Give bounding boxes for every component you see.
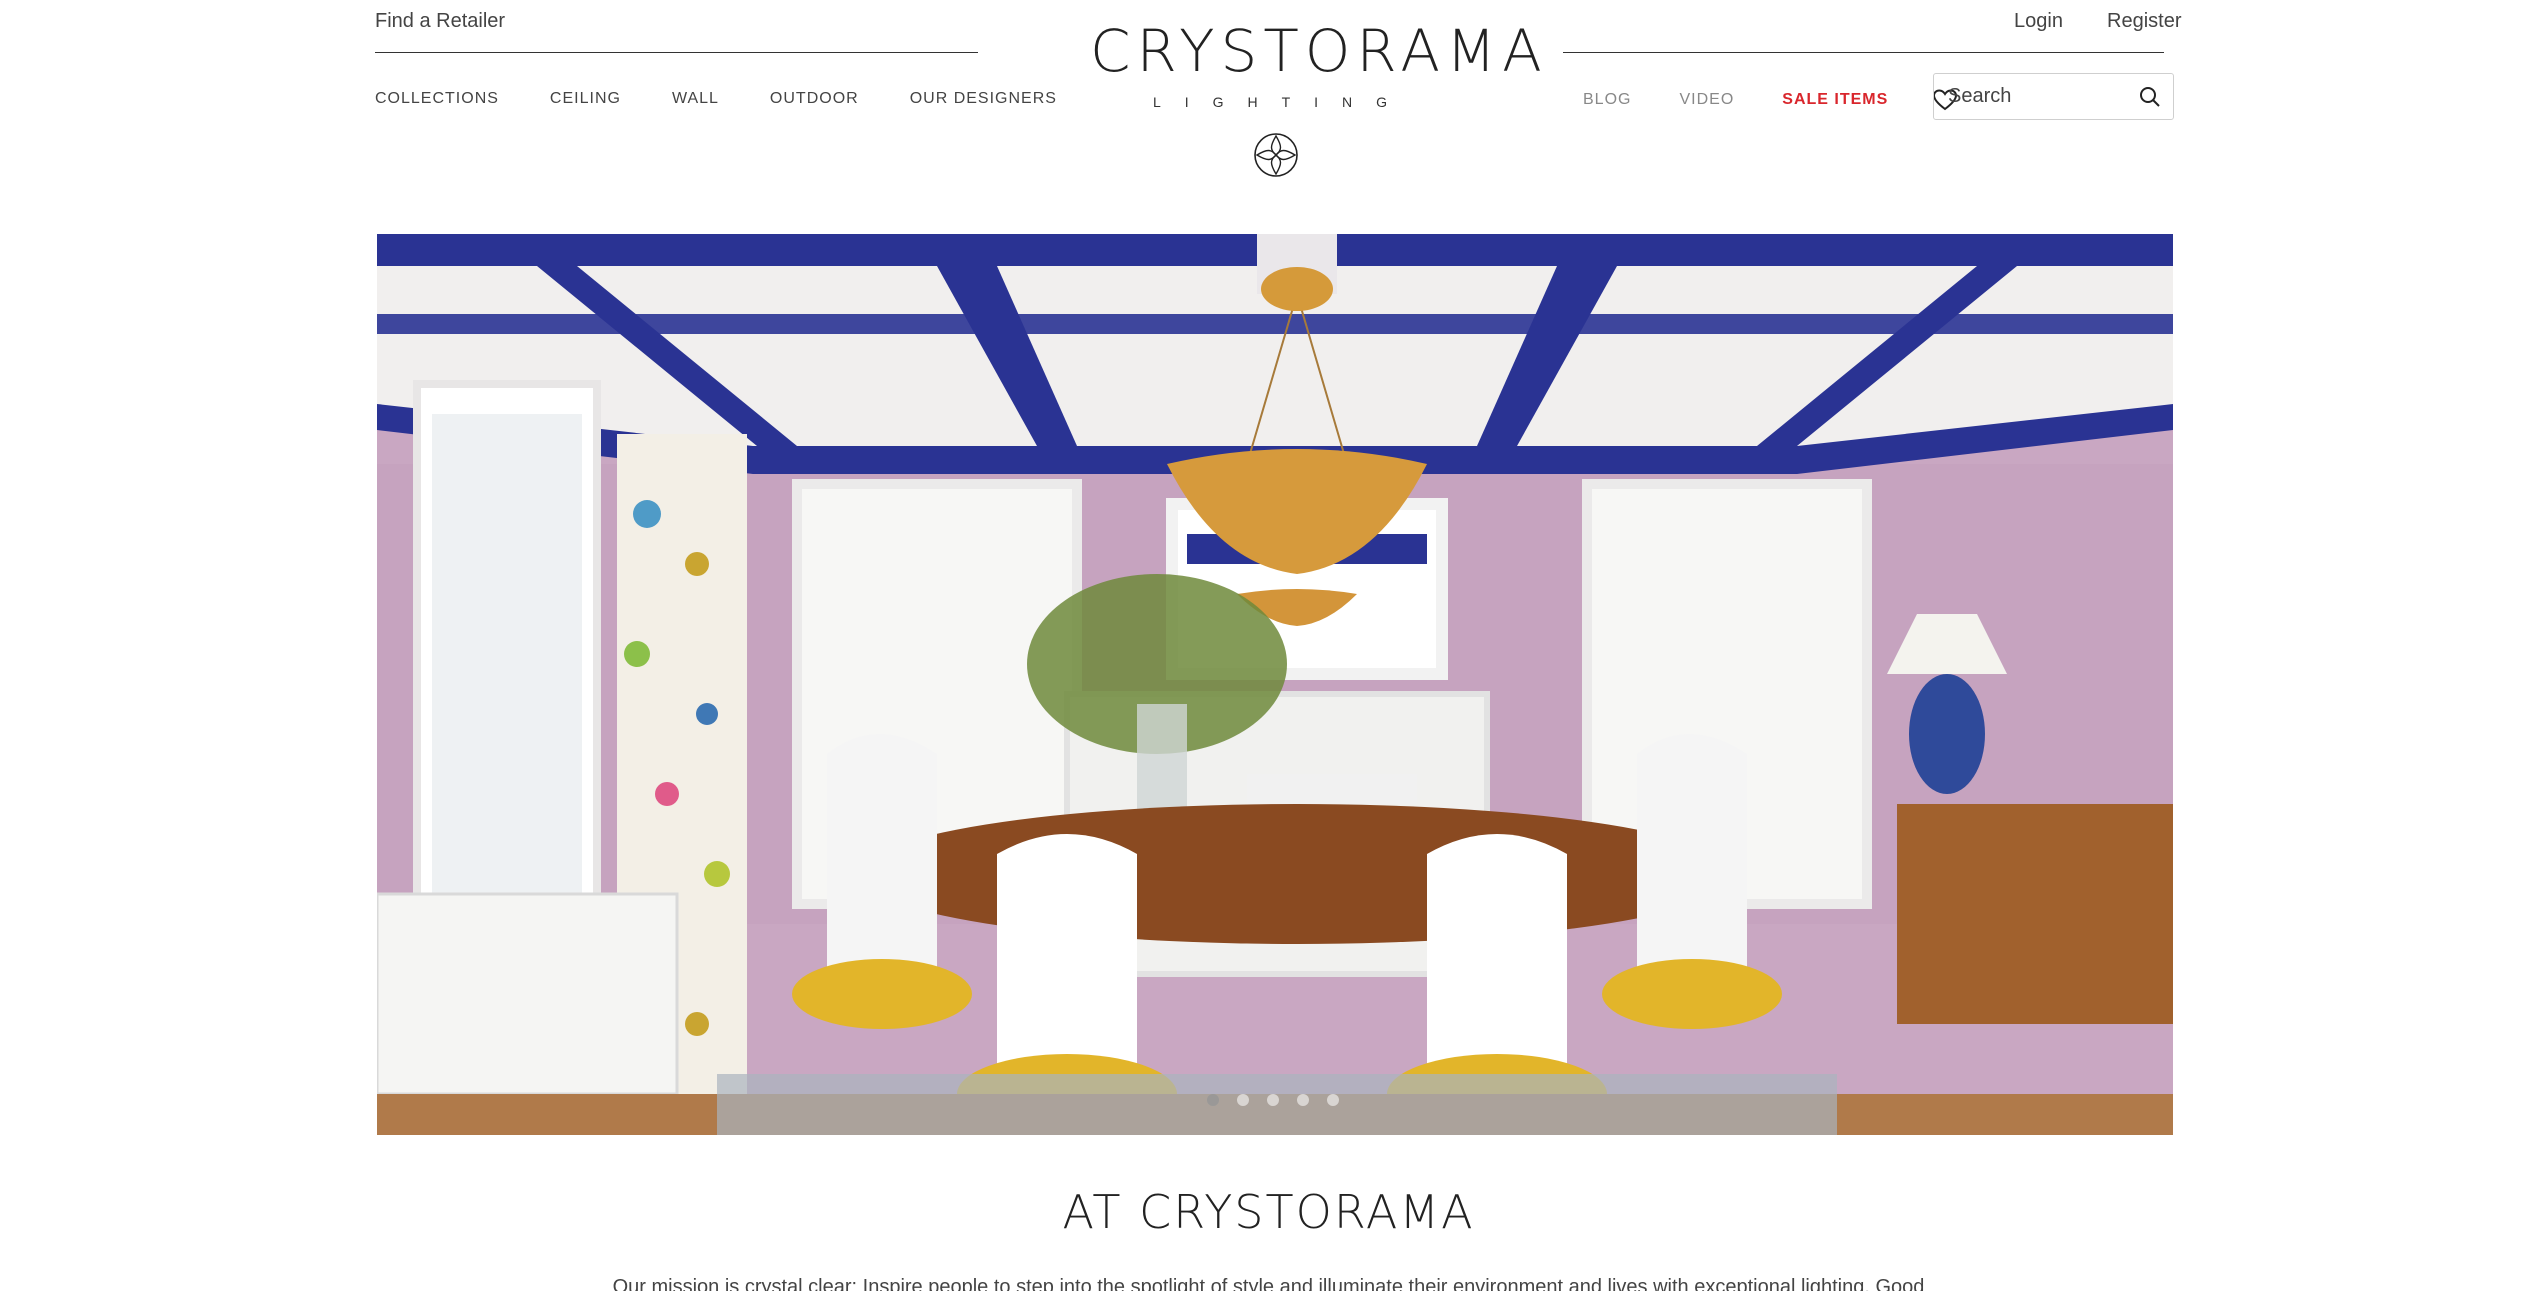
mission-text: Our mission is crystal clear: Inspire pe… — [612, 1276, 1925, 1291]
register-link[interactable]: Register — [2107, 10, 2181, 33]
hero-slideshow[interactable] — [377, 234, 2173, 1135]
secondary-nav: BLOG VIDEO SALE ITEMS — [1583, 88, 1958, 112]
header-divider-right — [1563, 52, 2164, 53]
logo-emblem-icon — [1254, 133, 1298, 177]
header-divider-left — [375, 52, 978, 53]
logo-wordmark: CRYSTORAMA — [1090, 17, 1548, 85]
slide-dot-5[interactable] — [1327, 1094, 1339, 1106]
site-header: Find a Retailer COLLECTIONS CEILING WALL… — [0, 0, 2537, 200]
main-nav: COLLECTIONS CEILING WALL OUTDOOR OUR DES… — [375, 90, 1108, 108]
slide-dot-4[interactable] — [1297, 1094, 1309, 1106]
search-input[interactable] — [1934, 85, 2124, 108]
section-title: AT CRYSTORAMA — [1062, 1185, 1475, 1239]
logo-subtitle: LIGHTING — [1152, 94, 1412, 110]
nav-our-designers[interactable]: OUR DESIGNERS — [910, 90, 1057, 108]
slideshow-dots — [1207, 1094, 1339, 1106]
search-box — [1933, 73, 2174, 120]
find-retailer-link[interactable]: Find a Retailer — [375, 10, 505, 33]
nav-wall[interactable]: WALL — [672, 90, 719, 108]
hero-dining-room-image — [377, 234, 2173, 1135]
nav-outdoor[interactable]: OUTDOOR — [770, 90, 859, 108]
slide-dot-3[interactable] — [1267, 1094, 1279, 1106]
slide-dot-1[interactable] — [1207, 1094, 1219, 1106]
nav-collections[interactable]: COLLECTIONS — [375, 90, 499, 108]
slide-dot-2[interactable] — [1237, 1094, 1249, 1106]
nav-blog[interactable]: BLOG — [1583, 91, 1631, 109]
login-link[interactable]: Login — [2014, 10, 2063, 33]
search-icon[interactable] — [2139, 86, 2161, 108]
nav-ceiling[interactable]: CEILING — [550, 90, 621, 108]
site-logo[interactable]: CRYSTORAMA LIGHTING — [1090, 17, 1548, 110]
nav-video[interactable]: VIDEO — [1679, 91, 1734, 109]
nav-sale-items[interactable]: SALE ITEMS — [1782, 91, 1888, 109]
